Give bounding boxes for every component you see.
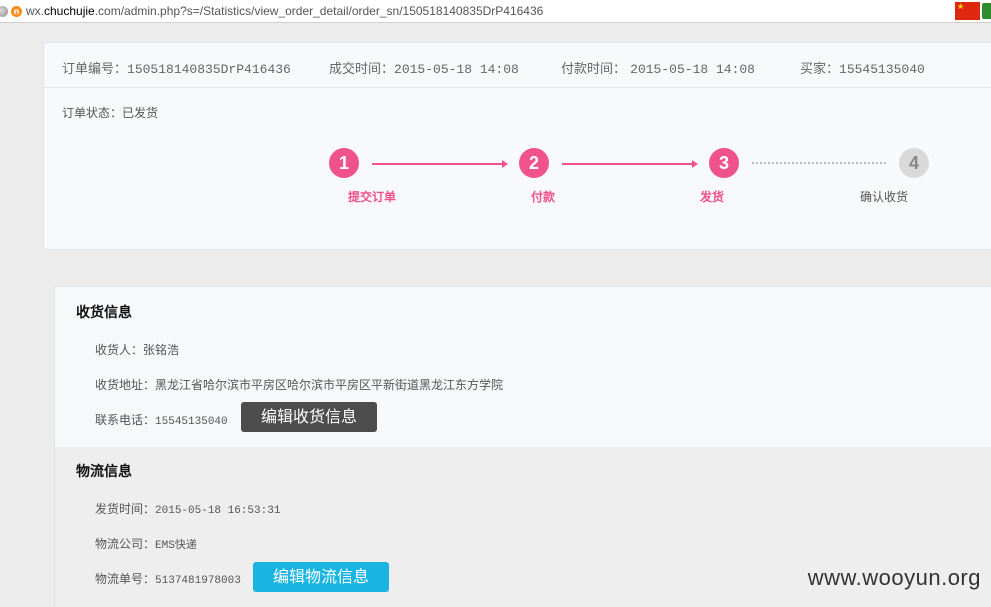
step-1-circle: 1 <box>329 148 359 178</box>
extension-icon[interactable] <box>982 3 991 19</box>
receive-info-panel: 收货信息 收货人：张铭浩 收货地址：黑龙江省哈尔滨市平房区哈尔滨市平房区平新街道… <box>54 286 991 448</box>
tracking-number: 物流单号：5137481978003 <box>95 572 241 587</box>
step-3-circle: 3 <box>709 148 739 178</box>
step-1-label: 提交订单 <box>348 190 397 204</box>
order-meta-row: 订单编号：150518140835DrP416436 成交时间：2015-05-… <box>44 43 991 88</box>
edit-receive-info-button[interactable]: 编辑收货信息 <box>241 402 377 432</box>
step-3-label: 发货 <box>700 190 725 204</box>
buyer: 买家：15545135040 <box>800 62 925 77</box>
page-icon <box>0 5 8 17</box>
receiver-phone: 联系电话：15545135040 <box>95 413 228 428</box>
step-2-label: 付款 <box>531 190 556 204</box>
ship-time: 发货时间：2015-05-18 16:53:31 <box>95 502 281 517</box>
order-status: 订单状态：已发货 <box>62 106 159 120</box>
logistics-company: 物流公司：EMS快递 <box>95 537 197 552</box>
step-1-connector <box>372 160 508 168</box>
edit-logistics-info-button[interactable]: 编辑物流信息 <box>253 562 389 592</box>
step-4-label: 确认收货 <box>860 190 909 204</box>
receive-info-title: 收货信息 <box>76 305 132 321</box>
address-bar[interactable]: n wx.chuchujie.com/admin.php?s=/Statisti… <box>0 0 991 23</box>
site-favicon-icon: n <box>11 5 22 17</box>
order-sn: 订单编号：150518140835DrP416436 <box>62 62 291 77</box>
step-2-circle: 2 <box>519 148 549 178</box>
order-summary-panel: 订单编号：150518140835DrP416436 成交时间：2015-05-… <box>43 42 991 250</box>
step-2-connector <box>562 160 698 168</box>
logistics-info-title: 物流信息 <box>76 464 132 480</box>
receiver-address: 收货地址：黑龙江省哈尔滨市平房区哈尔滨市平房区平新街道黑龙江东方学院 <box>95 378 504 392</box>
url-text[interactable]: wx.chuchujie.com/admin.php?s=/Statistics… <box>26 4 543 18</box>
deal-time: 成交时间：2015-05-18 14:08 <box>329 62 519 77</box>
receiver-name: 收货人：张铭浩 <box>95 343 180 357</box>
china-flag-icon: ★ <box>955 2 980 20</box>
step-3-connector <box>752 162 886 164</box>
pay-time: 付款时间： 2015-05-18 14:08 <box>561 62 755 77</box>
step-4-circle: 4 <box>899 148 929 178</box>
watermark: www.wooyun.org <box>807 565 981 590</box>
